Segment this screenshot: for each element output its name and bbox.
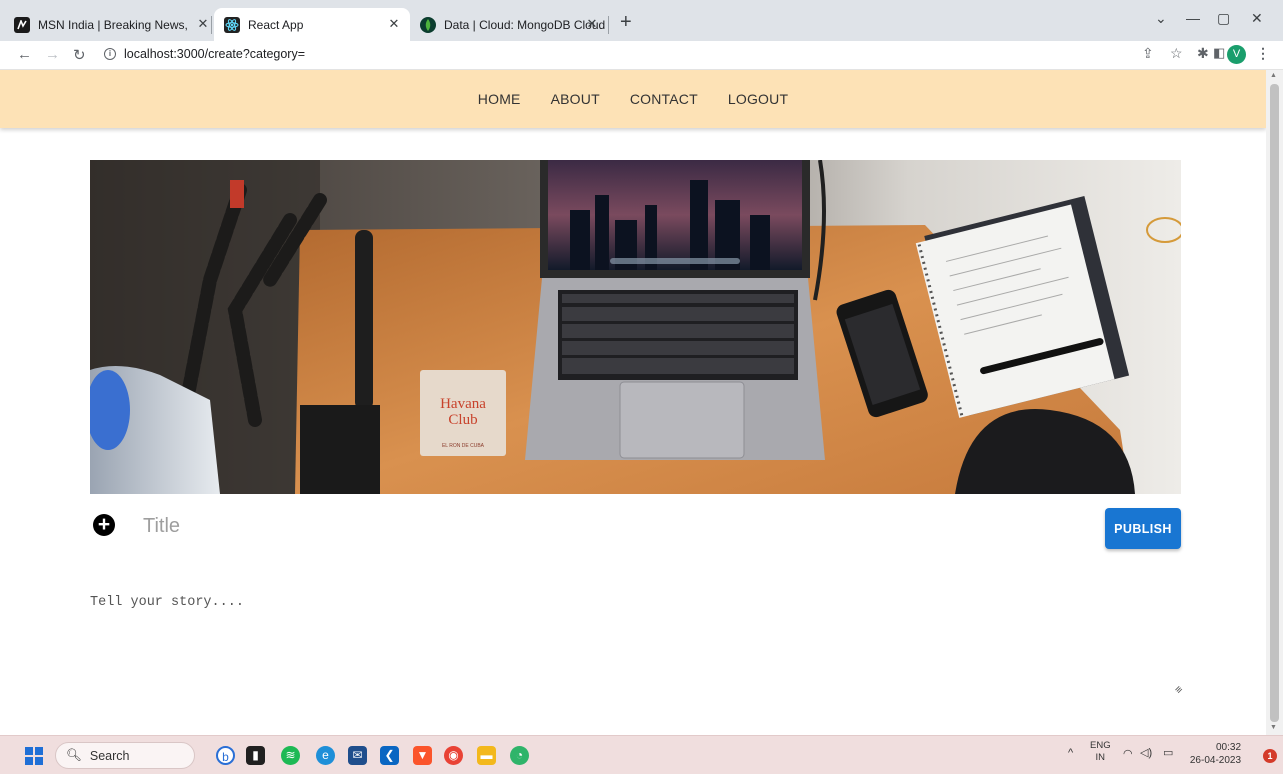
url-text: localhost:3000/create?category= xyxy=(124,47,306,61)
nav-home[interactable]: HOME xyxy=(478,91,521,107)
spotify-icon[interactable]: ≋ xyxy=(281,746,300,765)
share-icon[interactable]: ⇪ xyxy=(1142,45,1154,62)
time: 00:32 xyxy=(1216,742,1242,753)
copilot-icon[interactable]: b xyxy=(216,746,235,765)
volume-icon[interactable]: ◁) xyxy=(1140,746,1152,759)
windows-taskbar: 🔍︎ Search b ▮ ≋ e ✉ ❮ ▼ ◉ ▬ ◔ ^ ENG IN ◠… xyxy=(0,735,1283,774)
browser-tab-strip: MSN India | Breaking News, Ente ✕ React … xyxy=(0,0,1283,41)
minimize-button[interactable]: — xyxy=(1186,10,1200,26)
bookmark-star-icon[interactable]: ☆ xyxy=(1170,45,1183,62)
clock[interactable]: 00:32 26-04-2023 xyxy=(1190,741,1242,767)
mail-icon[interactable]: ✉ xyxy=(348,746,367,765)
restore-button[interactable]: ▢ xyxy=(1217,10,1230,27)
chrome-icon[interactable]: ◉ xyxy=(444,746,463,765)
file-explorer-icon[interactable]: ▬ xyxy=(477,746,496,765)
nav-about[interactable]: ABOUT xyxy=(551,91,600,107)
tab-mongodb[interactable]: Data | Cloud: MongoDB Cloud ✕ xyxy=(412,8,608,41)
profile-avatar[interactable]: V xyxy=(1227,45,1246,64)
close-tab-icon[interactable]: ✕ xyxy=(386,16,402,32)
task-view-icon[interactable]: ▮ xyxy=(246,746,265,765)
tray-overflow-icon[interactable]: ^ xyxy=(1068,747,1073,759)
site-info-icon[interactable]: i xyxy=(104,48,116,60)
close-tab-icon[interactable]: ✕ xyxy=(195,16,211,32)
mongodb-icon xyxy=(420,16,436,33)
tab-divider xyxy=(608,16,609,34)
tab-divider xyxy=(211,16,212,34)
wifi-icon[interactable]: ◠ xyxy=(1123,747,1133,760)
close-tab-icon[interactable]: ✕ xyxy=(584,16,600,32)
language-indicator[interactable]: ENG IN xyxy=(1090,740,1111,764)
msn-icon xyxy=(14,16,30,33)
publish-button[interactable]: PUBLISH xyxy=(1105,508,1181,549)
coaster-text: EL RON DE CUBA xyxy=(442,443,485,449)
page-scrollbar[interactable]: ▲ ▼ xyxy=(1266,70,1283,735)
address-bar[interactable]: i localhost:3000/create?category= xyxy=(104,47,305,61)
tab-label: React App xyxy=(248,17,304,32)
nav-contact[interactable]: CONTACT xyxy=(630,91,698,107)
tab-msn[interactable]: MSN India | Breaking News, Ente ✕ xyxy=(14,8,219,41)
edge-icon[interactable]: e xyxy=(316,746,335,765)
coaster-text: Havana xyxy=(440,396,486,412)
reload-icon[interactable]: ↻ xyxy=(73,46,86,64)
extensions-icon[interactable]: ✱ xyxy=(1197,45,1209,62)
cover-image: Havana Club EL RON DE CUBA xyxy=(90,160,1181,494)
top-navigation: HOME ABOUT CONTACT LOGOUT xyxy=(0,70,1266,128)
close-window-button[interactable]: ✕ xyxy=(1251,10,1263,27)
vscode-icon[interactable]: ❮ xyxy=(380,746,399,765)
battery-icon[interactable]: ▭ xyxy=(1163,746,1173,759)
tab-search-icon[interactable]: ⌄ xyxy=(1155,10,1167,27)
windows-start-icon[interactable] xyxy=(25,747,43,765)
add-image-button[interactable]: + xyxy=(93,514,115,536)
taskbar-search[interactable]: 🔍︎ Search xyxy=(55,742,195,769)
scrollbar-thumb[interactable] xyxy=(1270,84,1279,722)
brave-icon[interactable]: ▼ xyxy=(413,746,432,765)
notification-badge[interactable]: 1 xyxy=(1263,749,1277,763)
coaster-text: Club xyxy=(448,412,477,428)
menu-kebab-icon[interactable]: ⋮ xyxy=(1256,45,1270,62)
tab-react-app[interactable]: React App ✕ xyxy=(214,8,410,41)
date: 26-04-2023 xyxy=(1189,755,1242,766)
desk-photo-illustration: Havana Club EL RON DE CUBA xyxy=(90,160,1181,494)
lang-code: ENG xyxy=(1090,740,1111,751)
react-icon xyxy=(224,16,240,33)
search-label: Search xyxy=(89,748,130,763)
side-panel-icon[interactable]: ◧ xyxy=(1213,45,1225,61)
story-textarea[interactable] xyxy=(90,595,1190,695)
forward-icon[interactable]: → xyxy=(45,46,60,63)
title-input[interactable] xyxy=(143,510,1023,542)
nav-logout[interactable]: LOGOUT xyxy=(728,91,788,107)
new-tab-button[interactable]: + xyxy=(620,12,632,32)
scroll-up-icon[interactable]: ▲ xyxy=(1270,72,1277,79)
back-icon[interactable]: ← xyxy=(17,46,32,63)
region-code: IN xyxy=(1095,752,1106,763)
tab-label: Data | Cloud: MongoDB Cloud xyxy=(444,17,606,32)
chrome-profile-icon[interactable]: ◔ xyxy=(510,746,529,765)
browser-toolbar: ← → ↻ i localhost:3000/create?category= … xyxy=(0,41,1283,70)
page-viewport: HOME ABOUT CONTACT LOGOUT Havana Club EL… xyxy=(0,70,1266,735)
tab-label: MSN India | Breaking News, Ente xyxy=(38,17,188,32)
scroll-down-icon[interactable]: ▼ xyxy=(1270,724,1277,731)
search-icon: 🔍︎ xyxy=(66,748,82,762)
